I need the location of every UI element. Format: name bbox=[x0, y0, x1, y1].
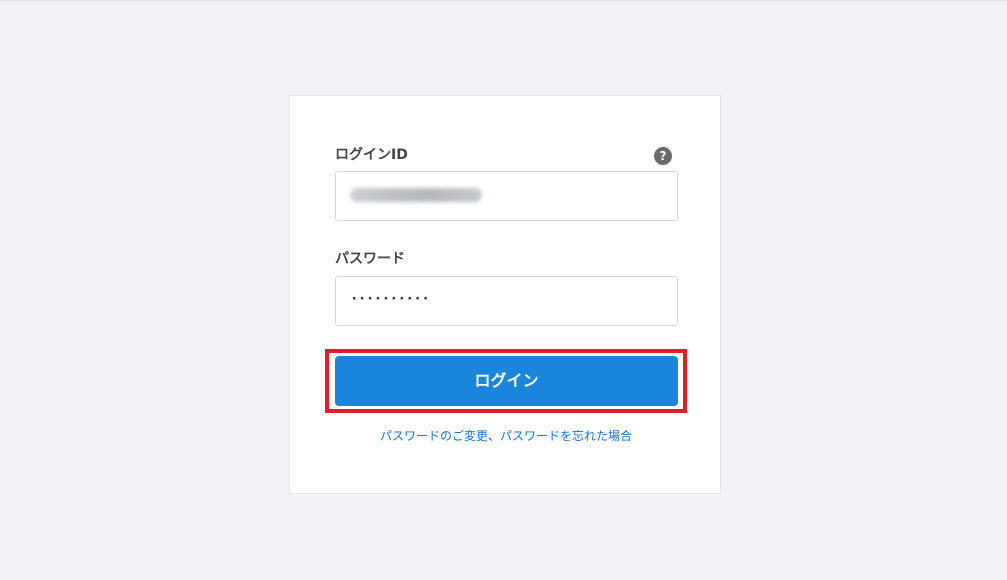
login-card: ログインID ? パスワード ·········· ログイン パスワードのご変更… bbox=[289, 95, 721, 494]
login-button[interactable]: ログイン bbox=[335, 356, 678, 406]
top-divider bbox=[0, 0, 1007, 1]
password-label: パスワード bbox=[335, 251, 405, 267]
login-id-label: ログインID bbox=[335, 147, 408, 163]
password-masked-value: ·········· bbox=[350, 291, 430, 307]
forgot-password-link[interactable]: パスワードのご変更、パスワードを忘れた場合 bbox=[290, 428, 722, 444]
login-id-blurred-value bbox=[350, 188, 482, 202]
login-id-input[interactable] bbox=[335, 171, 678, 221]
help-icon[interactable]: ? bbox=[654, 147, 672, 165]
password-input[interactable]: ·········· bbox=[335, 276, 678, 326]
